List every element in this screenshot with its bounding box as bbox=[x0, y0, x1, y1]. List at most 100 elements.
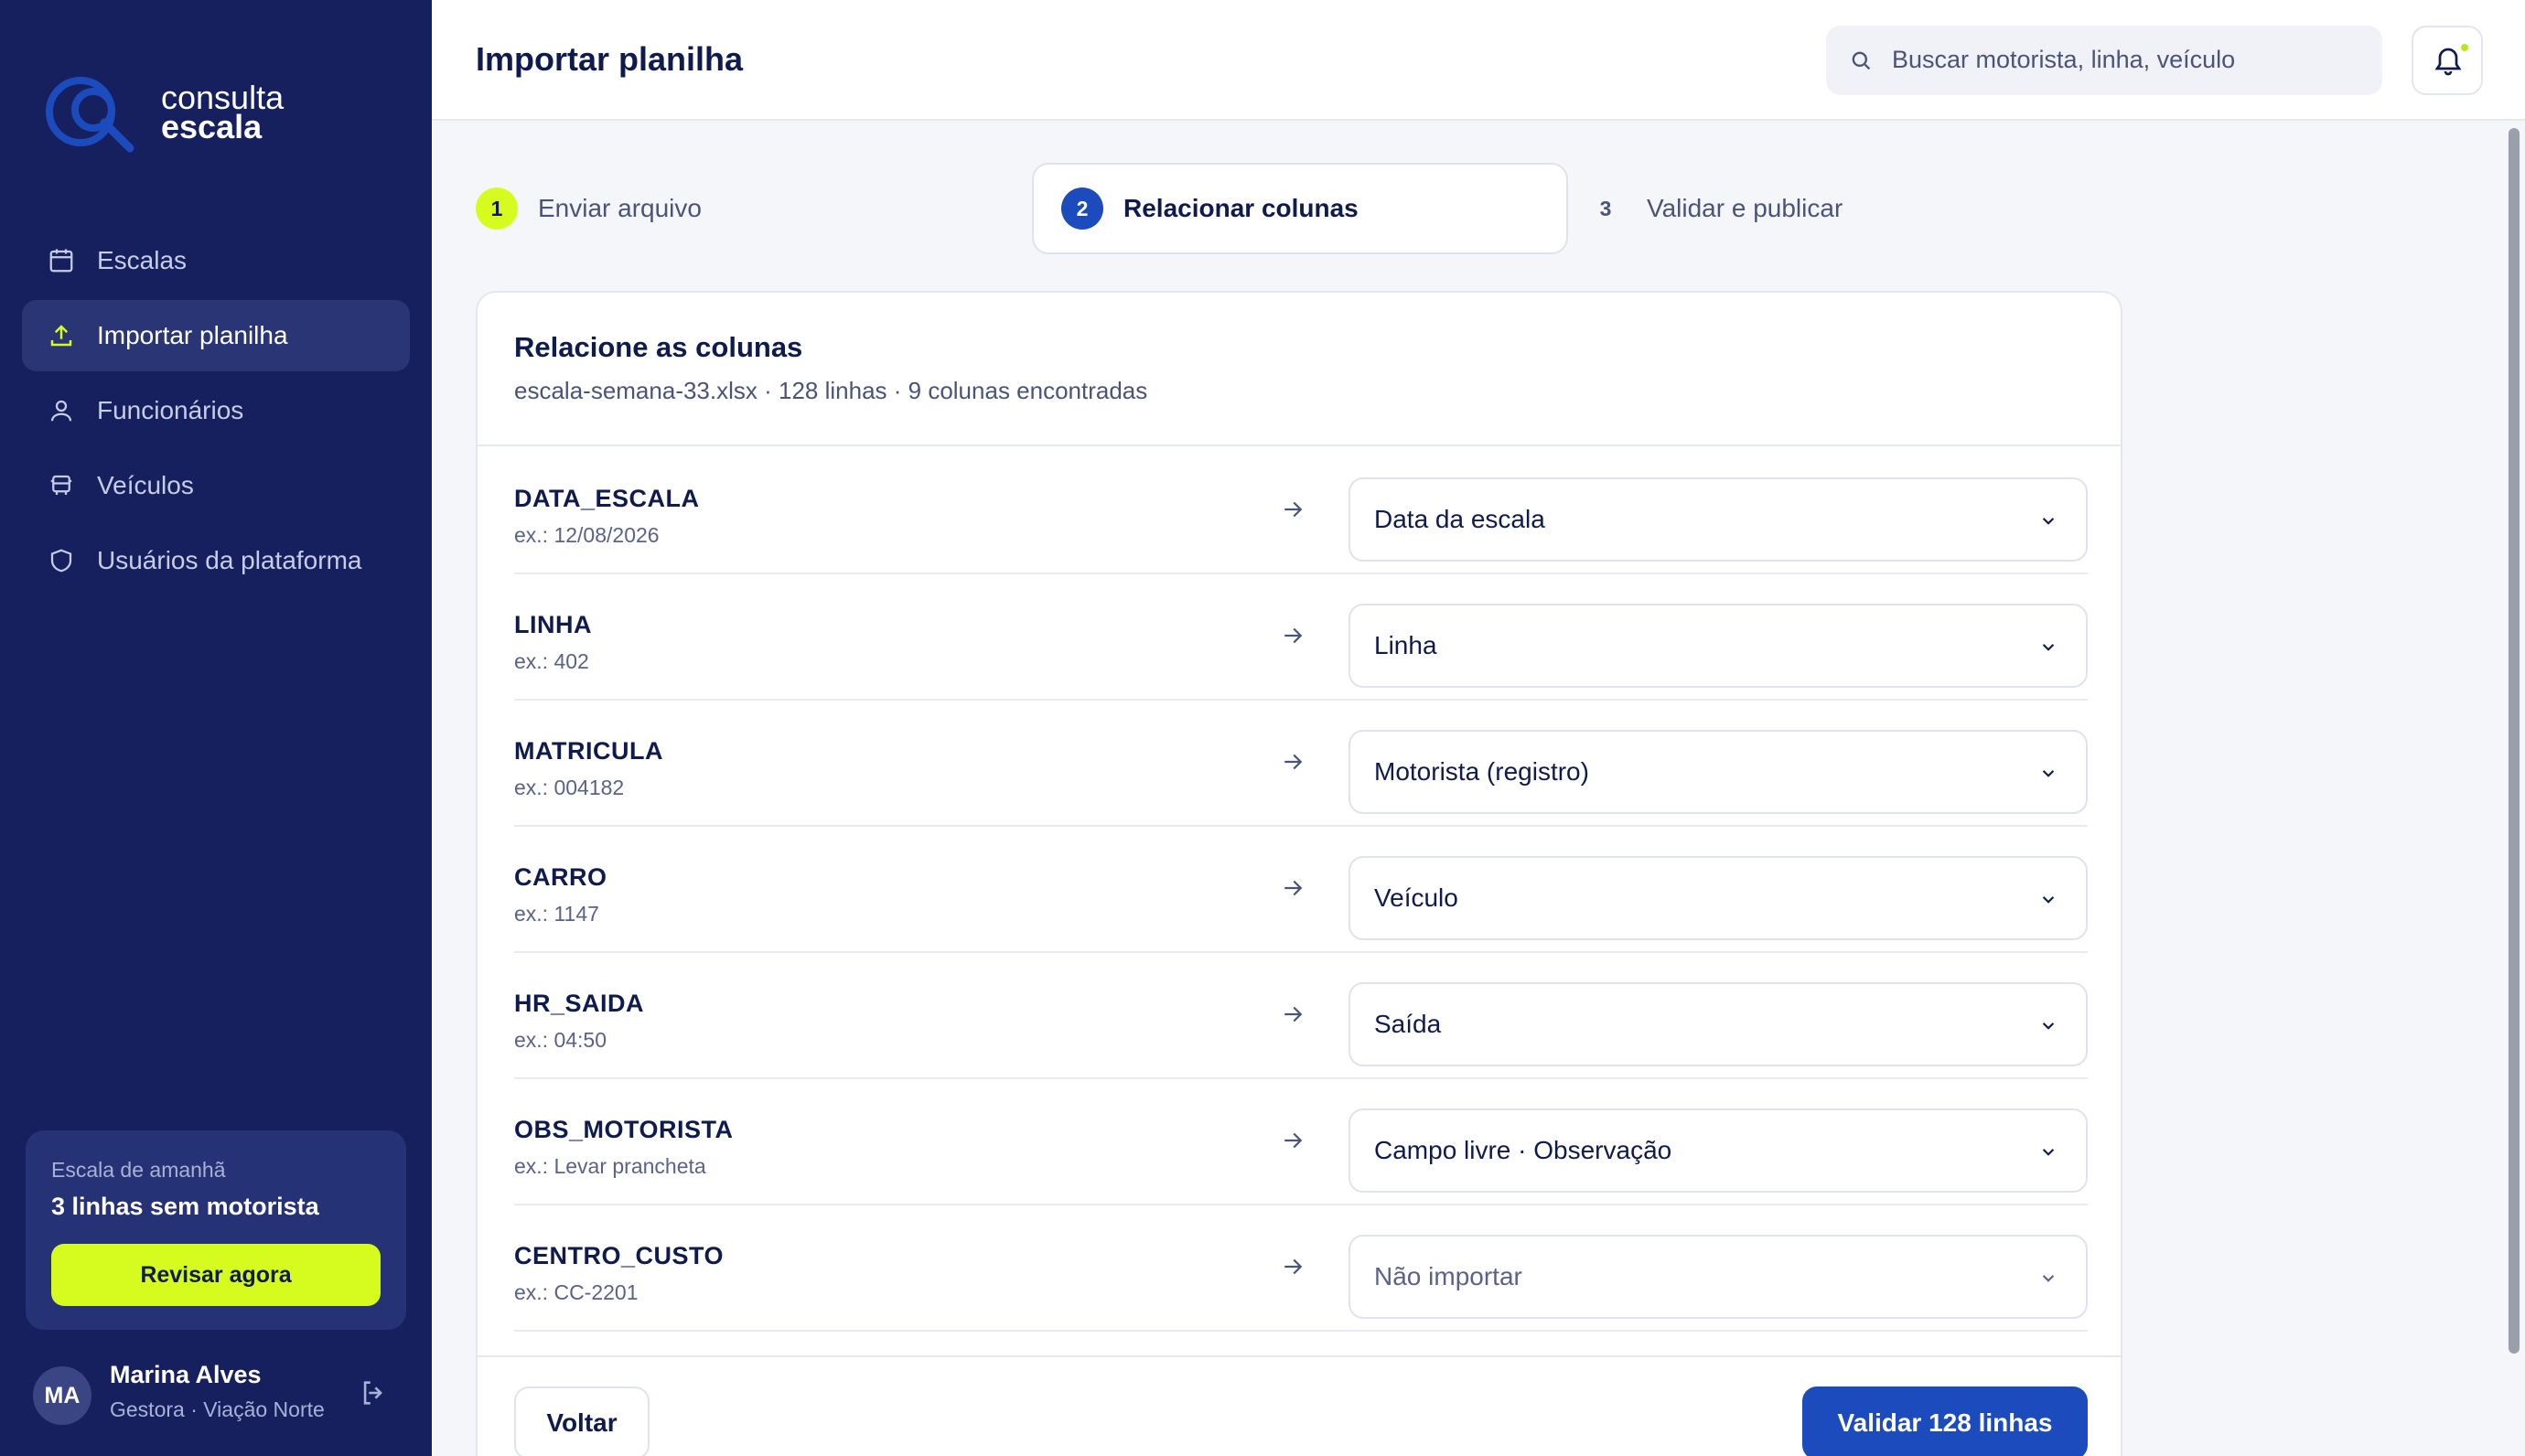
step-validate-publish[interactable]: 3 Validar e publicar bbox=[1585, 163, 1843, 254]
target-field-select[interactable]: Saída bbox=[1348, 982, 2088, 1066]
sidebar-item-label: Veículos bbox=[97, 471, 194, 499]
card-title: Relacione as colunas bbox=[514, 331, 803, 363]
upload-icon bbox=[44, 318, 79, 353]
source-column-name: CARRO bbox=[514, 863, 607, 891]
mapping-row: DATA_ESCALA ex.: 12/08/2026 Data da esca… bbox=[514, 448, 2088, 574]
target-field-select[interactable]: Data da escala bbox=[1348, 477, 2088, 562]
mapping-row: OBS_MOTORISTA ex.: Levar prancheta Campo… bbox=[514, 1079, 2088, 1205]
card-header: Relacione as colunas escala-semana-33.xl… bbox=[478, 293, 2121, 446]
sidebar-item-funcionarios[interactable]: Funcionários bbox=[22, 375, 410, 446]
step-number: 1 bbox=[476, 187, 518, 230]
selected-field: Veículo bbox=[1374, 883, 1458, 912]
step-number: 3 bbox=[1599, 196, 1612, 220]
user-role: Gestora · Viação Norte bbox=[110, 1397, 325, 1421]
target-field-select[interactable]: Linha bbox=[1348, 604, 2088, 688]
page-scrollbar[interactable] bbox=[2509, 128, 2520, 1354]
sidebar-item-label: Importar planilha bbox=[97, 321, 288, 349]
sidebar-item-veiculos[interactable]: Veículos bbox=[22, 450, 410, 521]
mapping-rows: DATA_ESCALA ex.: 12/08/2026 Data da esca… bbox=[514, 448, 2088, 1332]
column-mapping-card: Relacione as colunas escala-semana-33.xl… bbox=[476, 291, 2122, 1456]
sidebar-item-label: Usuários da plataforma bbox=[97, 546, 362, 574]
step-label: Validar e publicar bbox=[1647, 194, 1843, 222]
search-input[interactable]: Buscar motorista, linha, veículo bbox=[1826, 26, 2382, 95]
review-now-button[interactable]: Revisar agora bbox=[51, 1244, 381, 1306]
chevron-down-icon bbox=[2036, 1013, 2060, 1037]
selected-field: Saída bbox=[1374, 1010, 1442, 1038]
mapping-row: CENTRO_CUSTO ex.: CC-2201 Não importar bbox=[514, 1205, 2088, 1332]
avatar[interactable]: MA bbox=[33, 1366, 91, 1425]
step-upload-file[interactable]: 1 Enviar arquivo bbox=[476, 163, 702, 254]
arrow-right-icon bbox=[1279, 496, 1310, 527]
user-profile: MA Marina Alves Gestora · Viação Norte bbox=[33, 1357, 408, 1430]
logout-icon[interactable] bbox=[359, 1377, 395, 1414]
source-column-name: CENTRO_CUSTO bbox=[514, 1242, 725, 1269]
target-field-select[interactable]: Campo livre · Observação bbox=[1348, 1108, 2088, 1193]
mapping-row: LINHA ex.: 402 Linha bbox=[514, 574, 2088, 701]
user-icon bbox=[44, 393, 79, 428]
chevron-down-icon bbox=[2036, 1266, 2060, 1290]
arrow-right-icon bbox=[1279, 622, 1310, 653]
selected-field: Linha bbox=[1374, 631, 1437, 659]
sidebar-nav: Escalas Importar planilha Funcionários V… bbox=[22, 225, 410, 600]
source-column-example: ex.: 004182 bbox=[514, 776, 625, 799]
chevron-down-icon bbox=[2036, 635, 2060, 658]
notifications-button[interactable] bbox=[2412, 26, 2483, 95]
user-name: Marina Alves bbox=[110, 1361, 262, 1388]
sidebar-item-escalas[interactable]: Escalas bbox=[22, 225, 410, 296]
calendar-icon bbox=[44, 243, 79, 278]
selected-field: Campo livre · Observação bbox=[1374, 1136, 1672, 1164]
validate-rows-button[interactable]: Validar 128 linhas bbox=[1802, 1386, 2088, 1456]
arrow-right-icon bbox=[1279, 1001, 1310, 1032]
chevron-down-icon bbox=[2036, 761, 2060, 785]
source-column-example: ex.: 04:50 bbox=[514, 1028, 607, 1052]
selected-field: Data da escala bbox=[1374, 505, 1545, 533]
selected-field: Não importar bbox=[1374, 1262, 1522, 1290]
magnifier-logo-icon bbox=[46, 77, 134, 153]
main-content: 1 Enviar arquivo 2 Relacionar colunas 3 … bbox=[432, 123, 2525, 1456]
sidebar: consulta escala Escalas Importar planilh… bbox=[0, 0, 432, 1456]
promo-card: Escala de amanhã 3 linhas sem motorista … bbox=[26, 1130, 406, 1330]
notification-dot bbox=[2459, 42, 2470, 53]
promo-subtitle: Escala de amanhã bbox=[51, 1158, 226, 1182]
file-summary: escala-semana-33.xlsx · 128 linhas · 9 c… bbox=[514, 377, 1148, 404]
sidebar-item-label: Escalas bbox=[97, 246, 188, 274]
search-icon bbox=[1848, 48, 1875, 75]
search-placeholder: Buscar motorista, linha, veículo bbox=[1892, 46, 2236, 73]
mapping-row: MATRICULA ex.: 004182 Motorista (registr… bbox=[514, 701, 2088, 827]
chevron-down-icon bbox=[2036, 1140, 2060, 1163]
source-column-example: ex.: Levar prancheta bbox=[514, 1154, 706, 1178]
step-number: 2 bbox=[1061, 187, 1103, 230]
source-column-example: ex.: CC-2201 bbox=[514, 1280, 639, 1304]
brand-line2: escala bbox=[161, 108, 263, 145]
source-column-name: DATA_ESCALA bbox=[514, 485, 700, 512]
step-label: Enviar arquivo bbox=[538, 194, 702, 222]
target-field-select[interactable]: Motorista (registro) bbox=[1348, 730, 2088, 814]
card-footer: Voltar Validar 128 linhas bbox=[478, 1355, 2121, 1456]
arrow-right-icon bbox=[1279, 748, 1310, 779]
brand-logo[interactable]: consulta escala bbox=[44, 73, 337, 155]
top-header: Importar planilha Buscar motorista, linh… bbox=[432, 0, 2525, 121]
shield-icon bbox=[44, 543, 79, 578]
mapping-row: CARRO ex.: 1147 Veículo bbox=[514, 827, 2088, 953]
promo-title: 3 linhas sem motorista bbox=[51, 1193, 319, 1220]
sidebar-item-importar-planilha[interactable]: Importar planilha bbox=[22, 300, 410, 371]
source-column-name: HR_SAIDA bbox=[514, 990, 645, 1017]
arrow-right-icon bbox=[1279, 1253, 1310, 1284]
source-column-name: MATRICULA bbox=[514, 737, 663, 765]
step-map-columns[interactable]: 2 Relacionar colunas bbox=[1032, 163, 1568, 254]
mapping-row: HR_SAIDA ex.: 04:50 Saída bbox=[514, 953, 2088, 1079]
back-button[interactable]: Voltar bbox=[514, 1386, 650, 1456]
source-column-example: ex.: 1147 bbox=[514, 902, 599, 926]
bus-icon bbox=[44, 468, 79, 503]
target-field-select[interactable]: Não importar bbox=[1348, 1235, 2088, 1319]
target-field-select[interactable]: Veículo bbox=[1348, 856, 2088, 940]
stepper: 1 Enviar arquivo 2 Relacionar colunas 3 … bbox=[476, 163, 2122, 254]
arrow-right-icon bbox=[1279, 1127, 1310, 1158]
arrow-right-icon bbox=[1279, 874, 1310, 905]
source-column-example: ex.: 402 bbox=[514, 649, 589, 673]
sidebar-item-usuarios-plataforma[interactable]: Usuários da plataforma bbox=[22, 525, 410, 596]
selected-field: Motorista (registro) bbox=[1374, 757, 1589, 786]
source-column-name: LINHA bbox=[514, 611, 592, 638]
step-label: Relacionar colunas bbox=[1123, 194, 1359, 222]
sidebar-item-label: Funcionários bbox=[97, 396, 244, 424]
